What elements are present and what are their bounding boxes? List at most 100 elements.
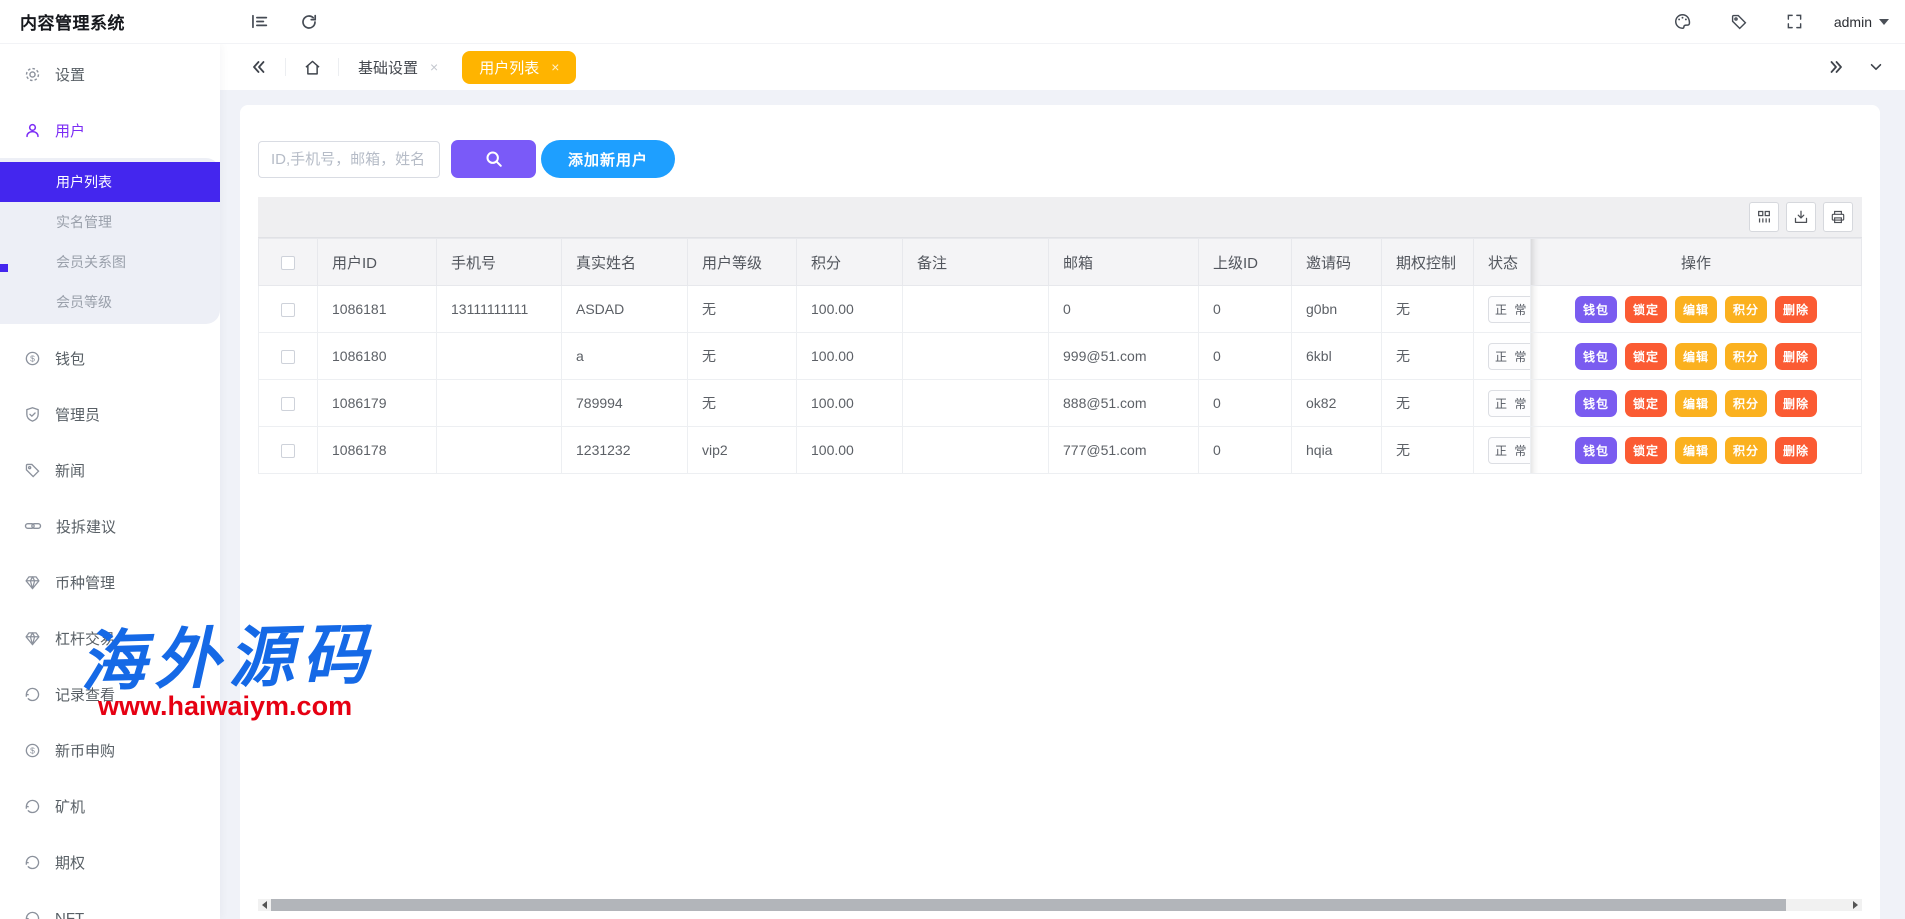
sidebar-item-realname-mgmt[interactable]: 实名管理 bbox=[0, 202, 220, 242]
gem-icon bbox=[24, 574, 41, 591]
cell-phone: 13111111111 bbox=[437, 286, 562, 333]
edit-button[interactable]: 编辑 bbox=[1675, 390, 1717, 417]
edit-button[interactable]: 编辑 bbox=[1675, 296, 1717, 323]
close-icon[interactable]: × bbox=[551, 60, 559, 74]
table-toolbar bbox=[258, 197, 1862, 238]
export-button[interactable] bbox=[1786, 202, 1816, 232]
select-all-checkbox[interactable] bbox=[281, 256, 295, 270]
cell-parent-id: 0 bbox=[1199, 286, 1292, 333]
edit-button[interactable]: 编辑 bbox=[1675, 437, 1717, 464]
col-invite-code: 邀请码 bbox=[1292, 239, 1382, 286]
points-button[interactable]: 积分 bbox=[1725, 343, 1767, 370]
close-icon[interactable]: × bbox=[430, 60, 438, 74]
tag-button[interactable] bbox=[1722, 5, 1756, 39]
wallet-button[interactable]: 钱包 bbox=[1575, 437, 1617, 464]
fullscreen-button[interactable] bbox=[1778, 5, 1812, 39]
edit-button[interactable]: 编辑 bbox=[1675, 343, 1717, 370]
tabs-menu-button[interactable] bbox=[1861, 52, 1891, 82]
points-button[interactable]: 积分 bbox=[1725, 296, 1767, 323]
svg-text:$: $ bbox=[30, 353, 35, 363]
sidebar-item-new-coin[interactable]: $ 新币申购 bbox=[0, 722, 220, 778]
home-icon bbox=[303, 58, 322, 77]
lock-button[interactable]: 锁定 bbox=[1625, 437, 1667, 464]
cell-level: 无 bbox=[688, 380, 797, 427]
refresh-button[interactable] bbox=[292, 5, 326, 39]
cell-actions: 钱包锁定编辑积分删除 bbox=[1531, 286, 1862, 333]
cell-phone bbox=[437, 333, 562, 380]
cell-parent-id: 0 bbox=[1199, 380, 1292, 427]
cell-status: 正 常 bbox=[1474, 286, 1531, 333]
points-button[interactable]: 积分 bbox=[1725, 390, 1767, 417]
fullscreen-icon bbox=[1786, 13, 1803, 30]
sidebar-item-wallet[interactable]: $ 钱包 bbox=[0, 330, 220, 386]
scrollbar-thumb[interactable] bbox=[271, 899, 1786, 911]
cell-remark bbox=[903, 380, 1049, 427]
cell-invite-code: hqia bbox=[1292, 427, 1382, 474]
columns-toggle-button[interactable] bbox=[1749, 202, 1779, 232]
cell-remark bbox=[903, 286, 1049, 333]
sidebar-item-member-graph[interactable]: 会员关系图 bbox=[0, 242, 220, 282]
search-input[interactable] bbox=[258, 141, 440, 178]
row-checkbox[interactable] bbox=[281, 397, 295, 411]
points-button[interactable]: 积分 bbox=[1725, 437, 1767, 464]
delete-button[interactable]: 删除 bbox=[1775, 390, 1817, 417]
sidebar-item-settings[interactable]: 设置 bbox=[0, 46, 220, 102]
sidebar-item-records[interactable]: 记录查看 bbox=[0, 666, 220, 722]
delete-button[interactable]: 删除 bbox=[1775, 296, 1817, 323]
sidebar-item-leverage-trade[interactable]: 杠杆交易 bbox=[0, 610, 220, 666]
app-title: 内容管理系统 bbox=[0, 9, 220, 34]
delete-button[interactable]: 删除 bbox=[1775, 343, 1817, 370]
row-checkbox[interactable] bbox=[281, 350, 295, 364]
theme-button[interactable] bbox=[1666, 5, 1700, 39]
scroll-right-button[interactable] bbox=[1849, 899, 1862, 911]
col-remark: 备注 bbox=[903, 239, 1049, 286]
sidebar-item-options[interactable]: 期权 bbox=[0, 834, 220, 890]
chevron-down-icon bbox=[1868, 59, 1884, 75]
lock-button[interactable]: 锁定 bbox=[1625, 296, 1667, 323]
sidebar-item-currency-mgmt[interactable]: 币种管理 bbox=[0, 554, 220, 610]
cell-email: 777@51.com bbox=[1049, 427, 1199, 474]
sidebar-item-feedback[interactable]: 投拆建议 bbox=[0, 498, 220, 554]
tabs-scroll-left-button[interactable] bbox=[244, 52, 274, 82]
lock-button[interactable]: 锁定 bbox=[1625, 390, 1667, 417]
wallet-button[interactable]: 钱包 bbox=[1575, 343, 1617, 370]
user-menu[interactable]: admin bbox=[1834, 14, 1889, 30]
triangle-left-icon bbox=[262, 901, 267, 909]
sidebar-item-admins[interactable]: 管理员 bbox=[0, 386, 220, 442]
cell-status: 正 常 bbox=[1474, 380, 1531, 427]
horizontal-scrollbar[interactable] bbox=[258, 899, 1862, 911]
scrollbar-track[interactable] bbox=[271, 899, 1849, 911]
tab-user-list[interactable]: 用户列表 × bbox=[462, 51, 576, 84]
add-user-button[interactable]: 添加新用户 bbox=[541, 140, 675, 178]
caret-down-icon bbox=[1879, 19, 1889, 25]
palette-icon bbox=[1673, 12, 1692, 31]
wallet-button[interactable]: 钱包 bbox=[1575, 390, 1617, 417]
cell-phone bbox=[437, 380, 562, 427]
row-checkbox[interactable] bbox=[281, 444, 295, 458]
tabs-scroll-right-button[interactable] bbox=[1821, 52, 1851, 82]
search-button[interactable] bbox=[451, 140, 536, 178]
cell-real-name: 789994 bbox=[562, 380, 688, 427]
sidebar-item-miner[interactable]: 矿机 bbox=[0, 778, 220, 834]
cell-status: 正 常 bbox=[1474, 333, 1531, 380]
sidebar-item-users[interactable]: 用户 bbox=[0, 102, 220, 158]
print-button[interactable] bbox=[1823, 202, 1853, 232]
home-tab-button[interactable] bbox=[297, 52, 327, 82]
row-checkbox[interactable] bbox=[281, 303, 295, 317]
cell-real-name: a bbox=[562, 333, 688, 380]
collapse-sidebar-button[interactable] bbox=[242, 5, 276, 39]
sidebar: 设置 用户 用户列表 实名管理 会员关系图 会员等级 $ 钱包 管理员 新闻 bbox=[0, 44, 220, 919]
sidebar-item-news[interactable]: 新闻 bbox=[0, 442, 220, 498]
lock-button[interactable]: 锁定 bbox=[1625, 343, 1667, 370]
tab-basic-settings[interactable]: 基础设置 × bbox=[358, 57, 438, 78]
tab-bar: 基础设置 × 用户列表 × bbox=[220, 44, 1905, 90]
sidebar-item-user-list[interactable]: 用户列表 bbox=[0, 162, 220, 202]
scroll-left-button[interactable] bbox=[258, 899, 271, 911]
cell-invite-code: 6kbl bbox=[1292, 333, 1382, 380]
history-icon bbox=[24, 686, 41, 703]
delete-button[interactable]: 删除 bbox=[1775, 437, 1817, 464]
wallet-button[interactable]: 钱包 bbox=[1575, 296, 1617, 323]
sidebar-item-nft[interactable]: NFT bbox=[0, 890, 220, 919]
sidebar-item-member-level[interactable]: 会员等级 bbox=[0, 282, 220, 322]
tab-label: 用户列表 bbox=[479, 57, 539, 78]
